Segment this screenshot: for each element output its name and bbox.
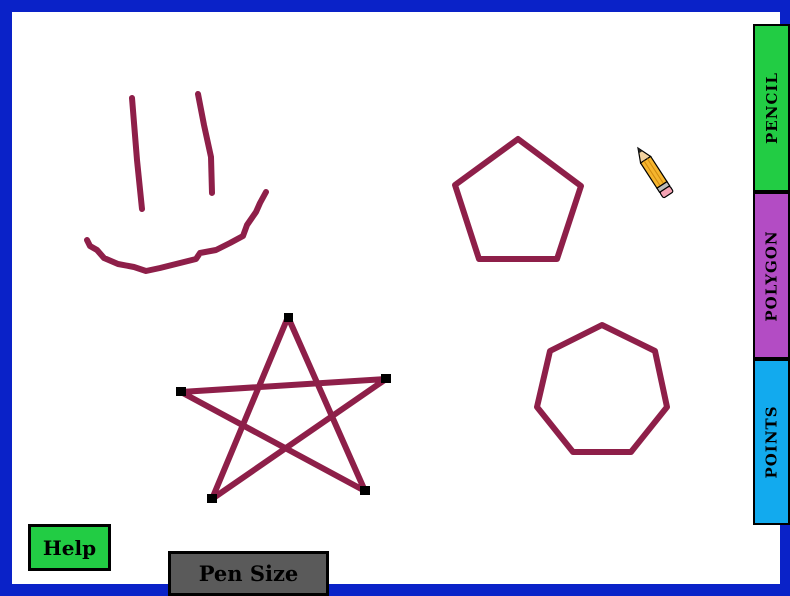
pencil-icon (637, 146, 674, 199)
star-vertex-handle[interactable] (360, 486, 370, 495)
star-vertex-handle[interactable] (284, 313, 293, 322)
pen-size-button[interactable]: Pen Size (168, 551, 329, 596)
freehand-stroke-mouth[interactable] (84, 189, 269, 274)
freehand-stroke-left-eye[interactable] (129, 95, 145, 212)
star-vertex-handle[interactable] (381, 374, 391, 383)
drawing-layer[interactable] (0, 0, 790, 596)
tool-tab-points[interactable]: POINTS (753, 359, 790, 525)
heptagon-shape[interactable] (534, 322, 670, 455)
tool-tab-pencil[interactable]: PENCIL (753, 24, 790, 192)
pentagon-shape[interactable] (452, 136, 584, 262)
star-vertex-handle[interactable] (176, 387, 186, 396)
star-vertex-handle[interactable] (207, 494, 217, 503)
help-button[interactable]: Help (28, 524, 111, 571)
tool-tab-polygon-label: POLYGON (762, 229, 781, 322)
freehand-stroke-right-eye[interactable] (195, 91, 215, 196)
star-shape[interactable] (178, 314, 389, 502)
tool-tab-polygon[interactable]: POLYGON (753, 192, 790, 359)
tool-tab-pencil-label: PENCIL (762, 72, 781, 144)
tool-tab-points-label: POINTS (762, 405, 781, 479)
